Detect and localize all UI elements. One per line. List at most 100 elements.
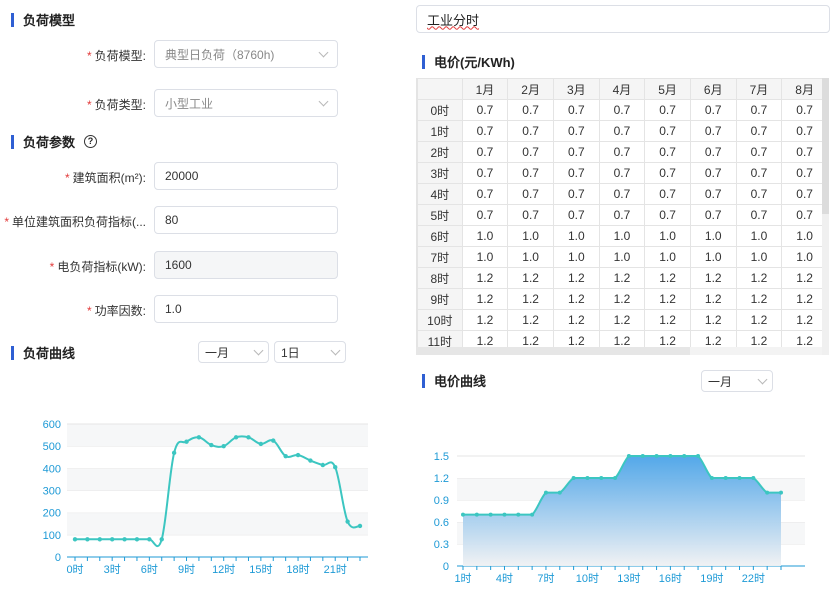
price-cell[interactable]: 0.7 [735,162,783,184]
load-curve-month-select[interactable]: 一月 [198,341,269,363]
price-cell[interactable]: 0.7 [689,120,737,142]
price-cell[interactable]: 1.2 [552,309,600,331]
price-cell[interactable]: 1.2 [552,288,600,310]
price-cell[interactable]: 0.7 [552,99,600,121]
price-cell[interactable]: 0.7 [461,204,509,226]
price-table-container[interactable]: 1月 2月 3月 4月 5月 6月 7月 8月 0时 0.7 0.7 0.7 0.7 0.7 0.7 0.7… [416,78,828,347]
price-cell[interactable]: 0.7 [644,141,691,163]
help-icon[interactable]: ? [84,135,98,148]
price-cell[interactable]: 1.2 [644,288,691,310]
vertical-scrollbar[interactable] [822,78,829,214]
price-cell[interactable]: 0.7 [461,120,509,142]
price-cell[interactable]: 0.7 [735,204,783,226]
price-cell[interactable]: 0.7 [461,183,509,205]
price-cell[interactable]: 0.7 [781,162,828,184]
price-cell[interactable]: 0.7 [781,99,828,121]
price-cell[interactable]: 0.7 [461,162,509,184]
price-cell[interactable]: 1.2 [781,330,828,347]
price-cell[interactable]: 1.2 [781,288,828,310]
price-cell[interactable]: 1.2 [689,330,737,347]
price-cell[interactable]: 1.0 [781,246,828,268]
price-cell[interactable]: 0.7 [552,141,600,163]
price-cell[interactable]: 0.7 [507,141,554,163]
price-cell[interactable]: 0.7 [689,204,737,226]
price-cell[interactable]: 1.2 [507,288,554,310]
price-cell[interactable]: 0.7 [552,183,600,205]
price-cell[interactable]: 0.7 [507,204,554,226]
price-cell[interactable]: 0.7 [644,120,691,142]
price-cell[interactable]: 1.2 [461,309,509,331]
price-cell[interactable]: 1.0 [735,225,783,247]
price-cell[interactable]: 1.2 [461,267,509,289]
price-cell[interactable]: 1.2 [598,309,646,331]
price-cell[interactable]: 1.0 [461,225,509,247]
price-cell[interactable]: 0.7 [781,141,828,163]
price-cell[interactable]: 0.7 [781,204,828,226]
price-cell[interactable]: 0.7 [644,204,691,226]
price-cell[interactable]: 1.2 [689,267,737,289]
price-cell[interactable]: 1.2 [781,309,828,331]
price-cell[interactable]: 0.7 [552,204,600,226]
price-cell[interactable]: 1.2 [507,267,554,289]
price-cell[interactable]: 0.7 [598,204,646,226]
price-cell[interactable]: 1.2 [644,330,691,347]
price-curve-month-select[interactable]: 一月 [701,370,773,392]
price-cell[interactable]: 1.2 [644,267,691,289]
price-cell[interactable]: 1.2 [735,288,783,310]
price-cell[interactable]: 1.0 [507,225,554,247]
price-cell[interactable]: 0.7 [598,120,646,142]
price-cell[interactable]: 1.0 [735,246,783,268]
price-cell[interactable]: 1.2 [552,330,600,347]
price-cell[interactable]: 1.2 [507,309,554,331]
price-cell[interactable]: 0.7 [689,183,737,205]
building-area-input[interactable]: 20000 [154,162,338,190]
price-cell[interactable]: 1.2 [735,330,783,347]
price-cell[interactable]: 1.2 [689,288,737,310]
price-cell[interactable]: 0.7 [735,120,783,142]
price-cell[interactable]: 0.7 [598,162,646,184]
price-cell[interactable]: 0.7 [689,162,737,184]
price-cell[interactable]: 1.2 [461,330,509,347]
price-cell[interactable]: 1.2 [598,330,646,347]
price-cell[interactable]: 0.7 [598,141,646,163]
horizontal-scrollbar[interactable] [416,347,690,355]
price-cell[interactable]: 0.7 [644,162,691,184]
price-cell[interactable]: 0.7 [552,120,600,142]
price-cell[interactable]: 1.0 [689,246,737,268]
price-cell[interactable]: 0.7 [735,99,783,121]
price-cell[interactable]: 1.0 [461,246,509,268]
price-cell[interactable]: 1.2 [598,288,646,310]
unit-load-index-input[interactable]: 80 [154,206,338,234]
price-cell[interactable]: 0.7 [507,120,554,142]
price-cell[interactable]: 0.7 [461,141,509,163]
price-cell[interactable]: 0.7 [507,183,554,205]
price-cell[interactable]: 1.2 [735,267,783,289]
price-cell[interactable]: 0.7 [461,99,509,121]
price-cell[interactable]: 0.7 [644,183,691,205]
price-cell[interactable]: 1.2 [735,309,783,331]
price-cell[interactable]: 0.7 [781,183,828,205]
price-cell[interactable]: 1.0 [689,225,737,247]
price-cell[interactable]: 1.2 [461,288,509,310]
price-cell[interactable]: 1.2 [598,267,646,289]
load-type-select[interactable]: 小型工业 [154,89,338,117]
price-cell[interactable]: 1.0 [644,225,691,247]
price-cell[interactable]: 1.0 [781,225,828,247]
price-cell[interactable]: 1.0 [598,246,646,268]
price-cell[interactable]: 0.7 [689,141,737,163]
price-cell[interactable]: 0.7 [598,183,646,205]
price-cell[interactable]: 1.0 [507,246,554,268]
price-cell[interactable]: 1.2 [507,330,554,347]
price-cell[interactable]: 1.2 [644,309,691,331]
price-cell[interactable]: 0.7 [644,99,691,121]
price-cell[interactable]: 1.2 [781,267,828,289]
load-model-select[interactable]: 典型日负荷（8760h) [154,40,338,68]
price-cell[interactable]: 1.2 [689,309,737,331]
tariff-input[interactable]: 工业分时 [416,5,830,33]
load-curve-day-select[interactable]: 1日 [274,341,346,363]
price-cell[interactable]: 0.7 [735,141,783,163]
price-cell[interactable]: 0.7 [781,120,828,142]
price-cell[interactable]: 0.7 [598,99,646,121]
price-cell[interactable]: 1.0 [644,246,691,268]
price-cell[interactable]: 0.7 [552,162,600,184]
